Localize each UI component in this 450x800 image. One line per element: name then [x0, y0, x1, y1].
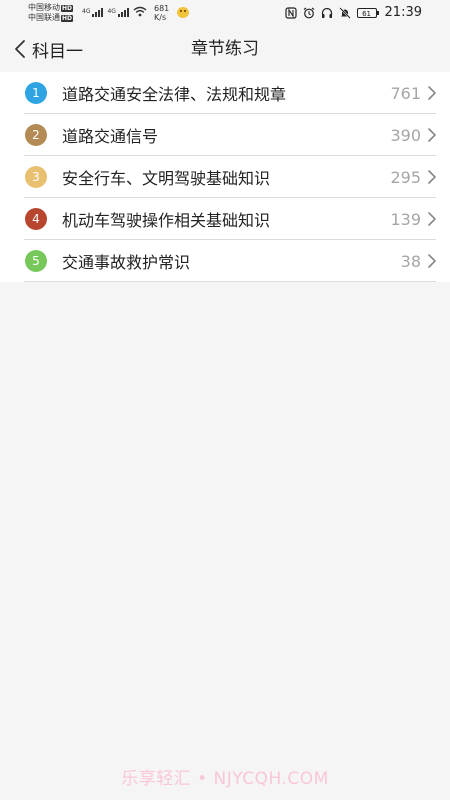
question-count: 295 — [390, 167, 421, 187]
chapter-number-badge: 4 — [25, 208, 47, 230]
question-count: 38 — [400, 251, 421, 271]
headphones-icon — [321, 7, 333, 19]
clock-time: 21:39 — [384, 5, 422, 20]
speed-unit: K/s — [154, 13, 167, 22]
chapter-number-badge: 3 — [25, 166, 47, 188]
network-type-label: 4G — [107, 8, 116, 15]
hd-badge: HD — [61, 4, 74, 12]
mute-bell-icon — [338, 6, 351, 19]
chevron-right-icon — [426, 253, 438, 269]
wifi-icon — [133, 6, 147, 17]
cellular-signal-icon: 4G — [107, 8, 129, 17]
chevron-right-icon — [426, 169, 438, 185]
chapter-title: 安全行车、文明驾驶基础知识 — [62, 169, 271, 188]
carrier-2: 中国联通 HD — [28, 13, 88, 23]
carrier-1-name: 中国移动 — [28, 3, 60, 12]
status-bar: 中国移动 HD 中国联通 HD 4G 4G 681 K/s 61 21:39 — [0, 0, 450, 28]
nfc-icon — [284, 6, 297, 19]
question-count: 139 — [390, 209, 421, 229]
carrier-1: 中国移动 HD — [28, 3, 88, 13]
chevron-right-icon — [426, 127, 438, 143]
chapter-list: 1 道路交通安全法律、法规和规章 761 2 道路交通信号 390 3 安全行车… — [0, 72, 450, 282]
chapter-row-5[interactable]: 5 交通事故救护常识 38 — [0, 240, 450, 282]
network-speed: 681 K/s — [154, 4, 169, 22]
chapter-row-4[interactable]: 4 机动车驾驶操作相关基础知识 139 — [0, 198, 450, 240]
chapter-title: 道路交通安全法律、法规和规章 — [62, 85, 287, 104]
speed-value: 681 — [154, 4, 170, 13]
hd-badge: HD — [61, 14, 74, 22]
chapter-number-badge: 2 — [25, 124, 47, 146]
carrier-info: 中国移动 HD 中国联通 HD — [28, 3, 88, 23]
carrier-2-name: 中国联通 — [28, 13, 60, 22]
signal-icons: 4G 4G — [82, 6, 147, 17]
chapter-title: 道路交通信号 — [62, 127, 159, 146]
battery-level: 61 — [356, 7, 377, 18]
chevron-right-icon — [426, 85, 438, 101]
alarm-icon — [303, 7, 315, 19]
chapter-row-3[interactable]: 3 安全行车、文明驾驶基础知识 295 — [0, 156, 450, 198]
cellular-signal-icon: 4G — [82, 8, 104, 17]
chapter-number-badge: 5 — [25, 250, 47, 272]
chapter-row-2[interactable]: 2 道路交通信号 390 — [0, 114, 450, 156]
chapter-number-badge: 1 — [25, 82, 47, 104]
question-count: 390 — [390, 125, 421, 145]
chapter-row-1[interactable]: 1 道路交通安全法律、法规和规章 761 — [0, 72, 450, 114]
app-notification-icon — [177, 7, 189, 18]
status-right: 61 21:39 — [284, 5, 422, 20]
network-type-label: 4G — [82, 8, 91, 15]
battery-icon: 61 — [356, 7, 379, 18]
question-count: 761 — [390, 83, 421, 103]
chapter-title: 机动车驾驶操作相关基础知识 — [62, 211, 271, 230]
nav-bar: 科目一 章节练习 — [0, 30, 450, 68]
chapter-title: 交通事故救护常识 — [62, 253, 191, 272]
page-title: 章节练习 — [191, 39, 259, 59]
chevron-right-icon — [426, 211, 438, 227]
watermark: 乐享轻汇 • NJYCQH.COM — [121, 769, 329, 789]
